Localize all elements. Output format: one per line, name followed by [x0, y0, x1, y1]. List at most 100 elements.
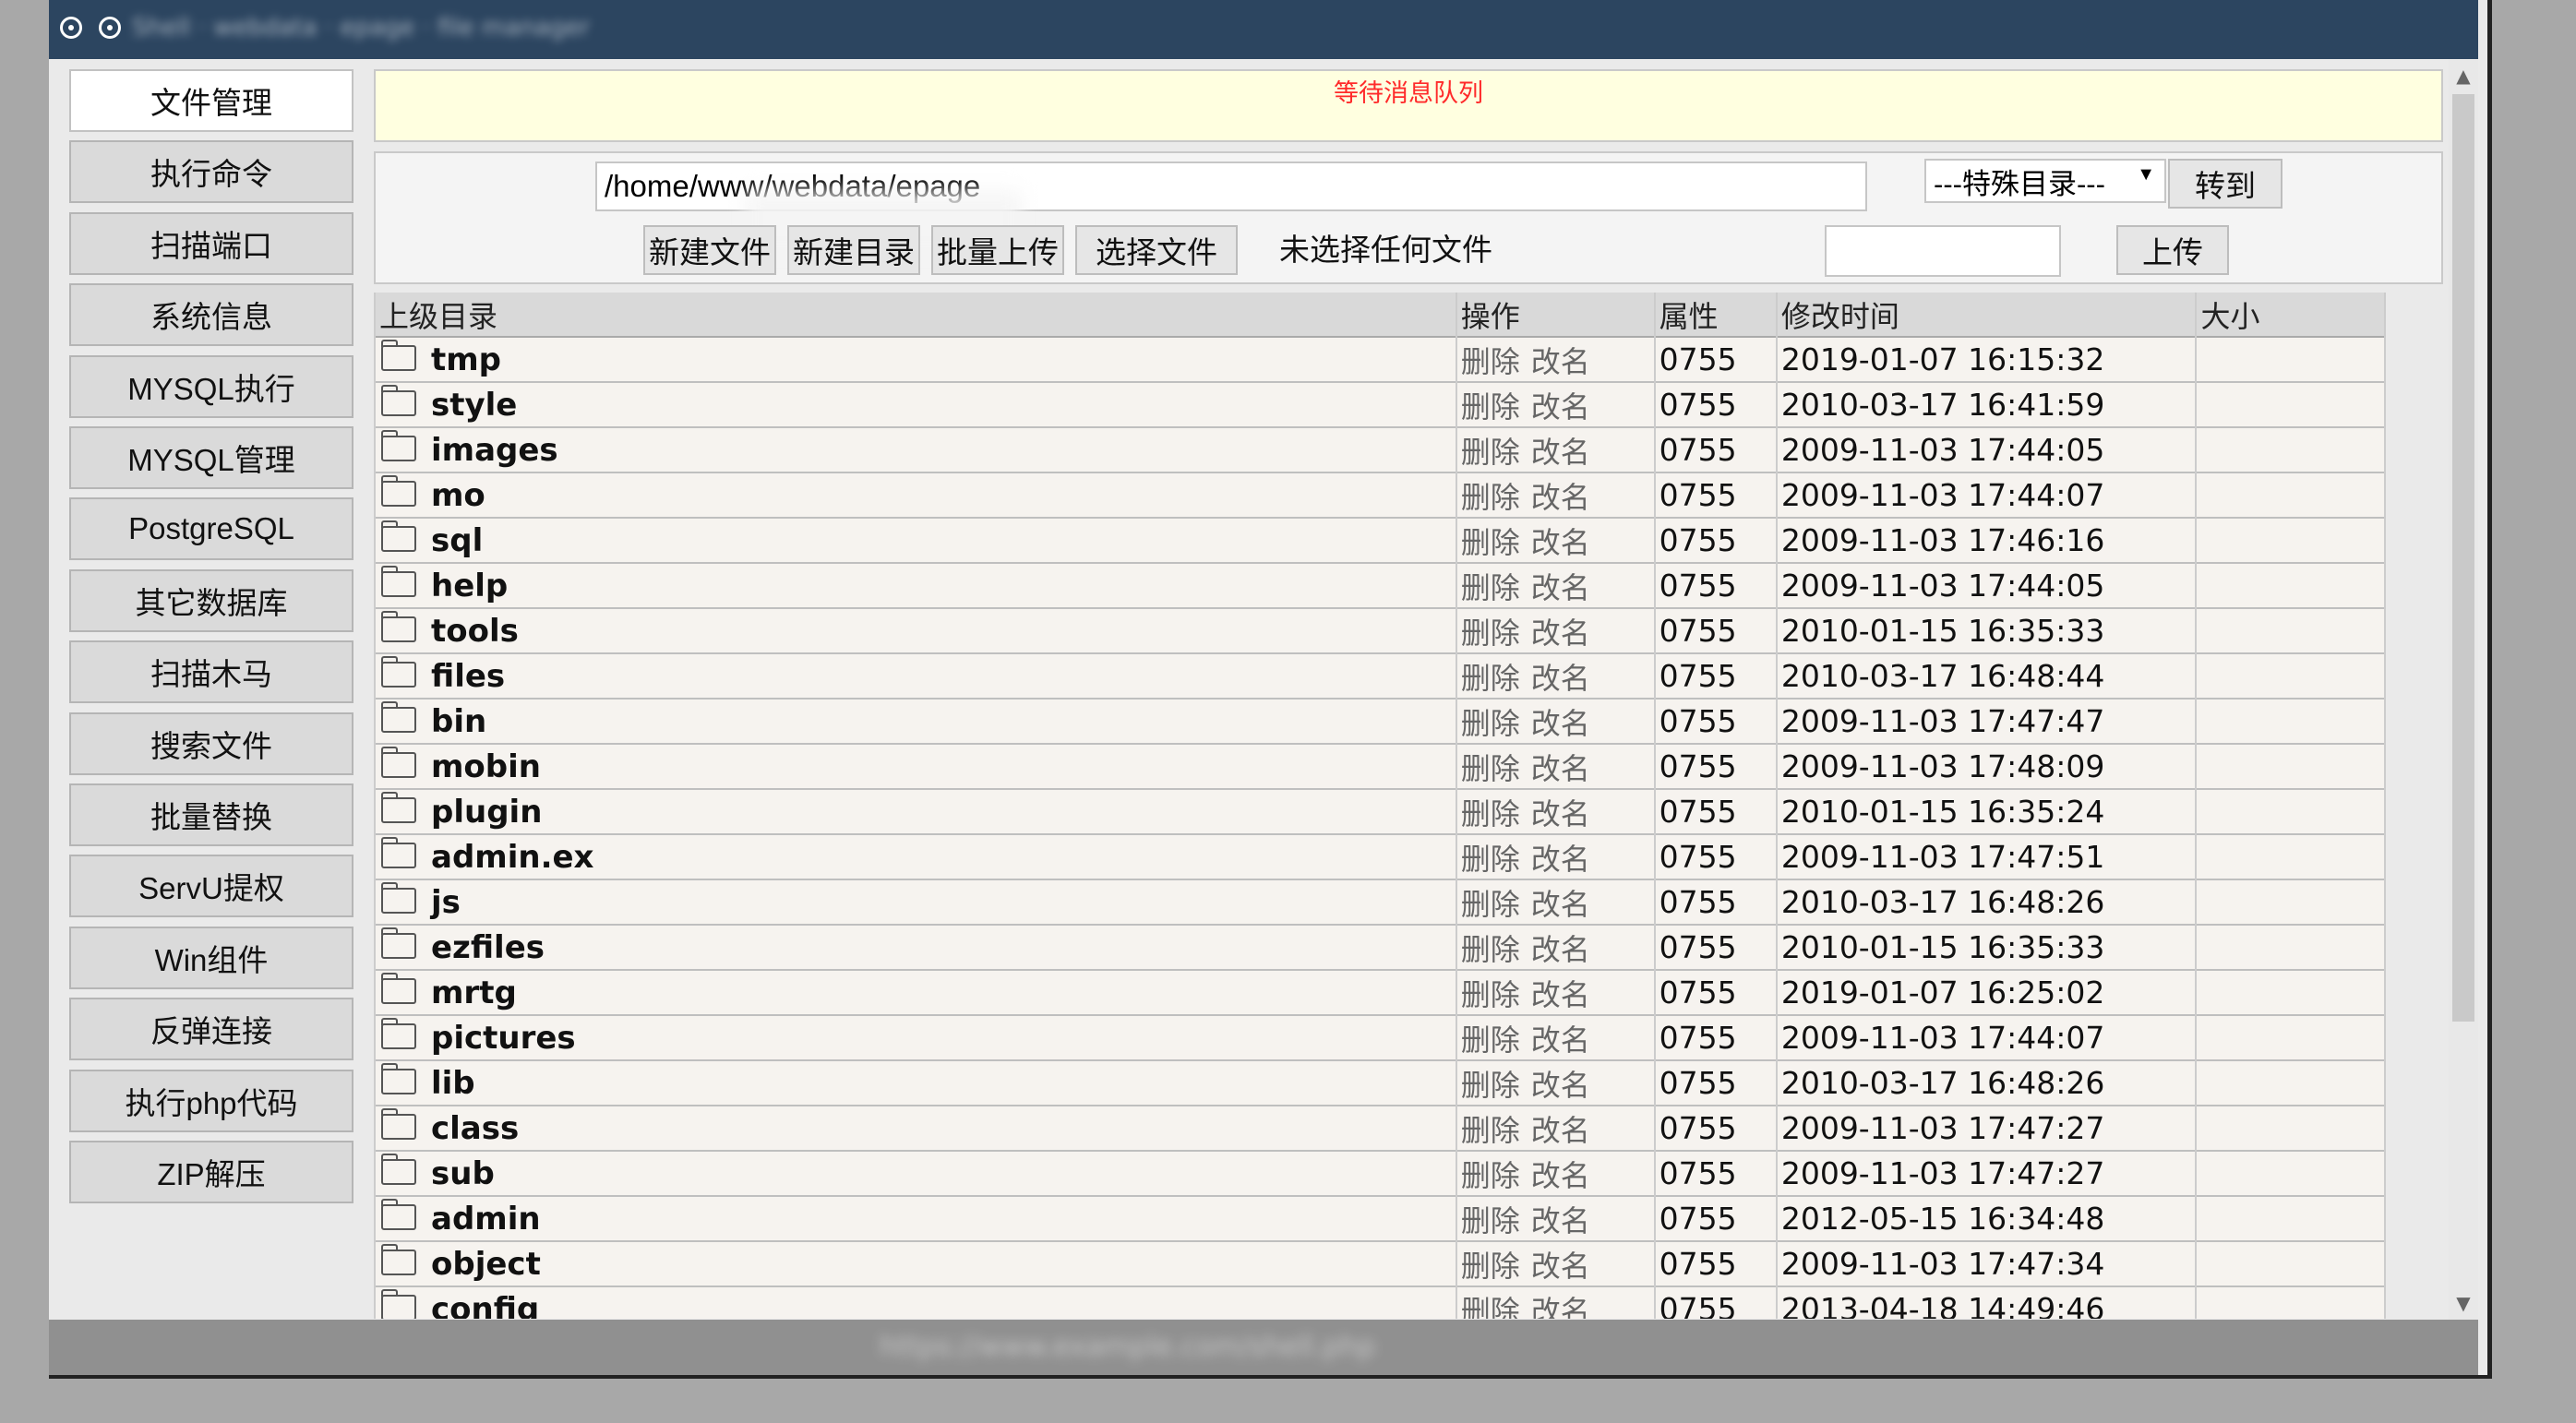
file-name[interactable]: admin.ex	[431, 839, 593, 876]
rename-link[interactable]: 改名	[1531, 707, 1590, 740]
rename-link[interactable]: 改名	[1531, 481, 1590, 514]
delete-link[interactable]: 删除	[1461, 616, 1520, 650]
delete-link[interactable]: 删除	[1461, 1295, 1520, 1320]
mtime-cell[interactable]: 2009-11-03 17:44:05	[1777, 564, 2196, 609]
delete-link[interactable]: 删除	[1461, 707, 1520, 740]
file-name[interactable]: ezfiles	[431, 929, 545, 966]
perm-cell[interactable]: 0755	[1655, 971, 1776, 1016]
scroll-thumb[interactable]	[2452, 94, 2474, 1022]
delete-link[interactable]: 删除	[1461, 662, 1520, 695]
delete-link[interactable]: 删除	[1461, 1250, 1520, 1283]
file-name[interactable]: mobin	[431, 748, 541, 785]
rename-link[interactable]: 改名	[1531, 1204, 1590, 1238]
perm-cell[interactable]: 0755	[1655, 880, 1776, 926]
mtime-cell[interactable]: 2010-03-17 16:48:26	[1777, 1061, 2196, 1106]
rename-link[interactable]: 改名	[1531, 1069, 1590, 1102]
special-dir-select[interactable]: ---特殊目录--- ▼	[1924, 159, 2166, 203]
delete-link[interactable]: 删除	[1461, 526, 1520, 559]
perm-cell[interactable]: 0755	[1655, 1152, 1776, 1197]
mtime-cell[interactable]: 2009-11-03 17:44:07	[1777, 1016, 2196, 1061]
file-name-cell[interactable]: sub	[376, 1152, 1456, 1197]
rename-link[interactable]: 改名	[1531, 933, 1590, 966]
delete-link[interactable]: 删除	[1461, 797, 1520, 831]
rename-link[interactable]: 改名	[1531, 436, 1590, 469]
perm-cell[interactable]: 0755	[1655, 1287, 1776, 1319]
sidebar-item[interactable]: ServU提权	[69, 855, 353, 918]
mtime-cell[interactable]: 2009-11-03 17:44:07	[1777, 473, 2196, 519]
perm-cell[interactable]: 0755	[1655, 745, 1776, 790]
file-name[interactable]: images	[431, 432, 558, 469]
window-control-icon[interactable]	[99, 17, 121, 39]
perm-cell[interactable]: 0755	[1655, 790, 1776, 835]
file-name-cell[interactable]: config	[376, 1287, 1456, 1319]
mtime-cell[interactable]: 2019-01-07 16:25:02	[1777, 971, 2196, 1016]
file-name[interactable]: mo	[431, 477, 485, 514]
sidebar-item[interactable]: 系统信息	[69, 283, 353, 347]
delete-link[interactable]: 删除	[1461, 1159, 1520, 1192]
mtime-cell[interactable]: 2009-11-03 17:47:34	[1777, 1242, 2196, 1287]
window-control-icon[interactable]	[60, 17, 82, 39]
file-name[interactable]: sub	[431, 1155, 495, 1192]
rename-link[interactable]: 改名	[1531, 978, 1590, 1011]
new-dir-button[interactable]: 新建目录	[787, 225, 920, 275]
file-name-cell[interactable]: mobin	[376, 745, 1456, 790]
rename-link[interactable]: 改名	[1531, 390, 1590, 424]
file-name[interactable]: lib	[431, 1065, 475, 1102]
delete-link[interactable]: 删除	[1461, 481, 1520, 514]
delete-link[interactable]: 删除	[1461, 1114, 1520, 1147]
rename-link[interactable]: 改名	[1531, 1023, 1590, 1057]
file-name-cell[interactable]: ezfiles	[376, 926, 1456, 971]
mtime-cell[interactable]: 2010-01-15 16:35:24	[1777, 790, 2196, 835]
sidebar-item[interactable]: 扫描木马	[69, 640, 353, 704]
perm-cell[interactable]: 0755	[1655, 338, 1776, 383]
file-name-cell[interactable]: tools	[376, 609, 1456, 654]
perm-cell[interactable]: 0755	[1655, 1016, 1776, 1061]
sidebar-item[interactable]: 批量替换	[69, 783, 353, 846]
rename-link[interactable]: 改名	[1531, 797, 1590, 831]
perm-cell[interactable]: 0755	[1655, 473, 1776, 519]
delete-link[interactable]: 删除	[1461, 345, 1520, 378]
rename-link[interactable]: 改名	[1531, 662, 1590, 695]
mtime-cell[interactable]: 2009-11-03 17:44:05	[1777, 428, 2196, 473]
sidebar-item[interactable]: 其它数据库	[69, 568, 353, 632]
file-name[interactable]: js	[431, 884, 461, 921]
file-name-cell[interactable]: object	[376, 1242, 1456, 1287]
goto-button[interactable]: 转到	[2168, 159, 2282, 209]
file-name-cell[interactable]: mrtg	[376, 971, 1456, 1016]
file-name-cell[interactable]: lib	[376, 1061, 1456, 1106]
perm-cell[interactable]: 0755	[1655, 609, 1776, 654]
scroll-up-icon[interactable]: ▲	[2452, 65, 2474, 87]
perm-cell[interactable]: 0755	[1655, 654, 1776, 700]
rename-link[interactable]: 改名	[1531, 1159, 1590, 1192]
delete-link[interactable]: 删除	[1461, 978, 1520, 1011]
perm-cell[interactable]: 0755	[1655, 383, 1776, 428]
file-name-cell[interactable]: admin.ex	[376, 835, 1456, 880]
perm-cell[interactable]: 0755	[1655, 428, 1776, 473]
mtime-cell[interactable]: 2010-03-17 16:48:26	[1777, 880, 2196, 926]
mtime-cell[interactable]: 2010-03-17 16:48:44	[1777, 654, 2196, 700]
delete-link[interactable]: 删除	[1461, 390, 1520, 424]
mtime-cell[interactable]: 2013-04-18 14:49:46	[1777, 1287, 2196, 1319]
file-name-cell[interactable]: js	[376, 880, 1456, 926]
sidebar-item[interactable]: 执行命令	[69, 140, 353, 204]
upload-button[interactable]: 上传	[2116, 225, 2229, 275]
rename-link[interactable]: 改名	[1531, 616, 1590, 650]
delete-link[interactable]: 删除	[1461, 888, 1520, 921]
delete-link[interactable]: 删除	[1461, 571, 1520, 604]
perm-cell[interactable]: 0755	[1655, 1197, 1776, 1242]
rename-link[interactable]: 改名	[1531, 571, 1590, 604]
perm-cell[interactable]: 0755	[1655, 1061, 1776, 1106]
mtime-cell[interactable]: 2019-01-07 16:15:32	[1777, 338, 2196, 383]
scrollbar[interactable]: ▲ ▼	[2449, 59, 2478, 1320]
delete-link[interactable]: 删除	[1461, 436, 1520, 469]
file-name-cell[interactable]: files	[376, 654, 1456, 700]
delete-link[interactable]: 删除	[1461, 1204, 1520, 1238]
sidebar-item[interactable]: PostgreSQL	[69, 497, 353, 561]
mtime-cell[interactable]: 2009-11-03 17:47:51	[1777, 835, 2196, 880]
file-name[interactable]: files	[431, 658, 505, 695]
perm-cell[interactable]: 0755	[1655, 1242, 1776, 1287]
mtime-cell[interactable]: 2009-11-03 17:47:27	[1777, 1152, 2196, 1197]
perm-cell[interactable]: 0755	[1655, 926, 1776, 971]
sidebar-item[interactable]: 扫描端口	[69, 211, 353, 275]
mtime-cell[interactable]: 2010-03-17 16:41:59	[1777, 383, 2196, 428]
